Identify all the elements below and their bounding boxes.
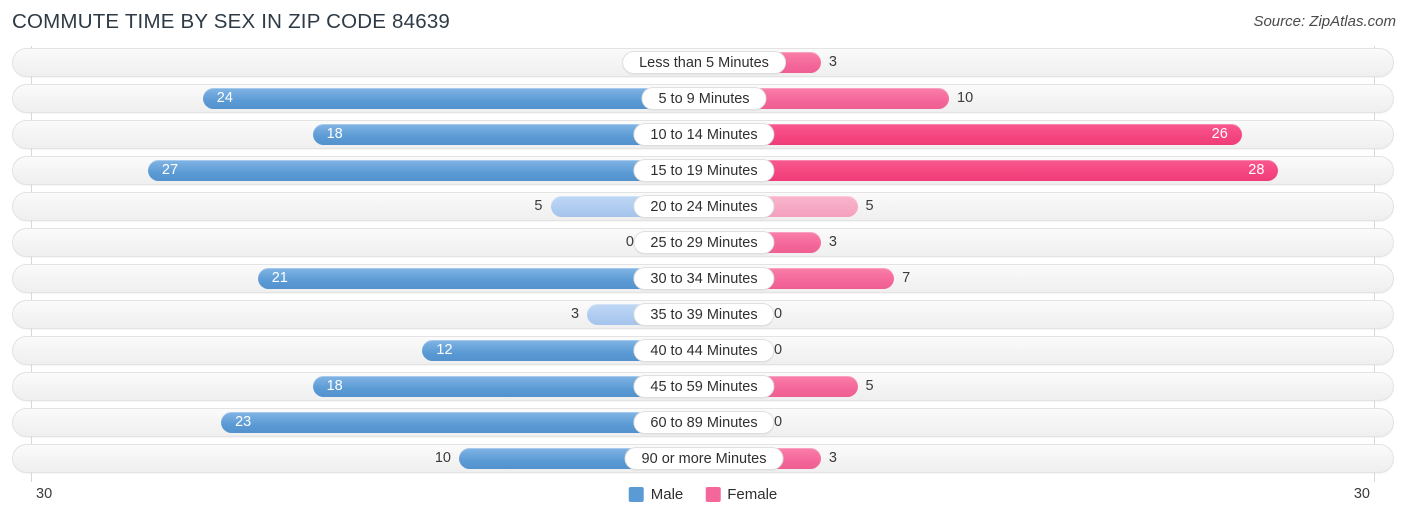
table-row[interactable]: 3 0 35 to 39 Minutes [12, 300, 1394, 329]
value-label-female: 3 [828, 54, 837, 70]
value-label-male: 27 [161, 162, 179, 178]
value-label-male: 12 [436, 342, 453, 358]
category-label-pill[interactable]: 25 to 29 Minutes [633, 231, 775, 254]
chart-footer: 30 30 Male Female [0, 482, 1406, 523]
row-bar-area: 12 0 40 to 44 Minutes [13, 337, 1395, 364]
bar-female[interactable] [704, 160, 1279, 181]
bar-male[interactable] [147, 160, 704, 181]
row-bar-area: 23 0 60 to 89 Minutes [13, 409, 1395, 436]
value-label-male: 5 [534, 198, 543, 214]
table-row[interactable]: 03Less than 5 Minutes [12, 48, 1394, 77]
category-label-pill[interactable]: 60 to 89 Minutes [633, 411, 775, 434]
chart-header: COMMUTE TIME BY SEX IN ZIP CODE 84639 So… [0, 0, 1406, 44]
value-label-female: 0 [774, 414, 783, 430]
row-bar-area: 10 3 90 or more Minutes [13, 445, 1395, 472]
row-bar-area: 3 0 35 to 39 Minutes [13, 301, 1395, 328]
row-bar-area: 18 26 10 to 14 Minutes [13, 121, 1395, 148]
bar-male[interactable] [221, 412, 704, 433]
legend-item[interactable]: Female [705, 486, 777, 503]
table-row[interactable]: 5 5 20 to 24 Minutes [12, 192, 1394, 221]
value-label-female: 10 [957, 90, 974, 106]
category-label-pill[interactable]: 20 to 24 Minutes [633, 195, 775, 218]
value-label-male: 18 [326, 126, 343, 142]
value-label-female: 0 [774, 306, 783, 322]
chart-legend: Male Female [628, 486, 777, 503]
table-row[interactable]: 18 5 45 to 59 Minutes [12, 372, 1394, 401]
value-label-female: 26 [1211, 126, 1228, 142]
row-bar-area: 24 10 5 to 9 Minutes [13, 85, 1395, 112]
value-label-male: 18 [326, 378, 343, 394]
value-label-female: 5 [865, 198, 874, 214]
row-bar-area: 0 3 25 to 29 Minutes [13, 229, 1395, 256]
table-row[interactable]: 18 26 10 to 14 Minutes [12, 120, 1394, 149]
axis-max-right: 30 [1353, 486, 1370, 502]
category-label-pill[interactable]: 40 to 44 Minutes [633, 339, 775, 362]
value-label-male: 23 [235, 414, 252, 430]
row-bar-area: 03Less than 5 Minutes [13, 49, 1395, 76]
value-label-male: 24 [216, 90, 233, 106]
category-label-pill[interactable]: 5 to 9 Minutes [641, 87, 767, 110]
category-label-pill[interactable]: 15 to 19 Minutes [633, 159, 775, 182]
category-label-pill[interactable]: 10 to 14 Minutes [633, 123, 775, 146]
category-label-pill[interactable]: 30 to 34 Minutes [633, 267, 775, 290]
source-attribution: Source: ZipAtlas.com [1253, 13, 1396, 30]
chart-plot-area: 0 3 Less than 5 Minutes 24 10 5 to 9 Minutes 1… [0, 44, 1406, 482]
legend-swatch-icon [628, 487, 644, 502]
table-row[interactable]: 24 10 5 to 9 Minutes [12, 84, 1394, 113]
bar-male[interactable] [202, 88, 704, 109]
value-label-male: 10 [434, 450, 451, 466]
legend-item-label: Male [650, 486, 684, 503]
row-bar-area: 5 5 20 to 24 Minutes [13, 193, 1395, 220]
row-bar-area: 27 28 15 to 19 Minutes [13, 157, 1395, 184]
value-label-female: 7 [902, 270, 911, 286]
row-bar-area: 18 5 45 to 59 Minutes [13, 373, 1395, 400]
axis-max-left: 30 [36, 486, 53, 502]
value-label-female: 28 [1248, 162, 1265, 178]
value-label-female: 3 [828, 234, 837, 250]
table-row[interactable]: 23 0 60 to 89 Minutes [12, 408, 1394, 437]
legend-swatch-icon [705, 487, 721, 502]
bar-female[interactable] [704, 124, 1242, 145]
value-label-female: 5 [865, 378, 874, 394]
table-row[interactable]: 21 7 30 to 34 Minutes [12, 264, 1394, 293]
value-label-female: 3 [828, 450, 837, 466]
category-label-pill[interactable]: 45 to 59 Minutes [633, 375, 775, 398]
row-bar-area: 21 7 30 to 34 Minutes [13, 265, 1395, 292]
category-label-pill[interactable]: 35 to 39 Minutes [633, 303, 775, 326]
chart-page: COMMUTE TIME BY SEX IN ZIP CODE 84639 So… [0, 0, 1406, 523]
value-label-male: 3 [571, 306, 580, 322]
table-row[interactable]: 0 3 25 to 29 Minutes [12, 228, 1394, 257]
table-row[interactable]: 27 28 15 to 19 Minutes [12, 156, 1394, 185]
legend-item[interactable]: Male [628, 486, 684, 503]
category-label-pill[interactable]: Less than 5 Minutes [622, 51, 786, 74]
table-row[interactable]: 12 0 40 to 44 Minutes [12, 336, 1394, 365]
value-label-female: 0 [774, 342, 783, 358]
value-label-male: 21 [271, 270, 288, 286]
table-row[interactable]: 10 3 90 or more Minutes [12, 444, 1394, 473]
legend-item-label: Female [727, 486, 778, 503]
page-title: COMMUTE TIME BY SEX IN ZIP CODE 84639 [12, 10, 451, 33]
category-label-pill[interactable]: 90 or more Minutes [624, 447, 784, 470]
